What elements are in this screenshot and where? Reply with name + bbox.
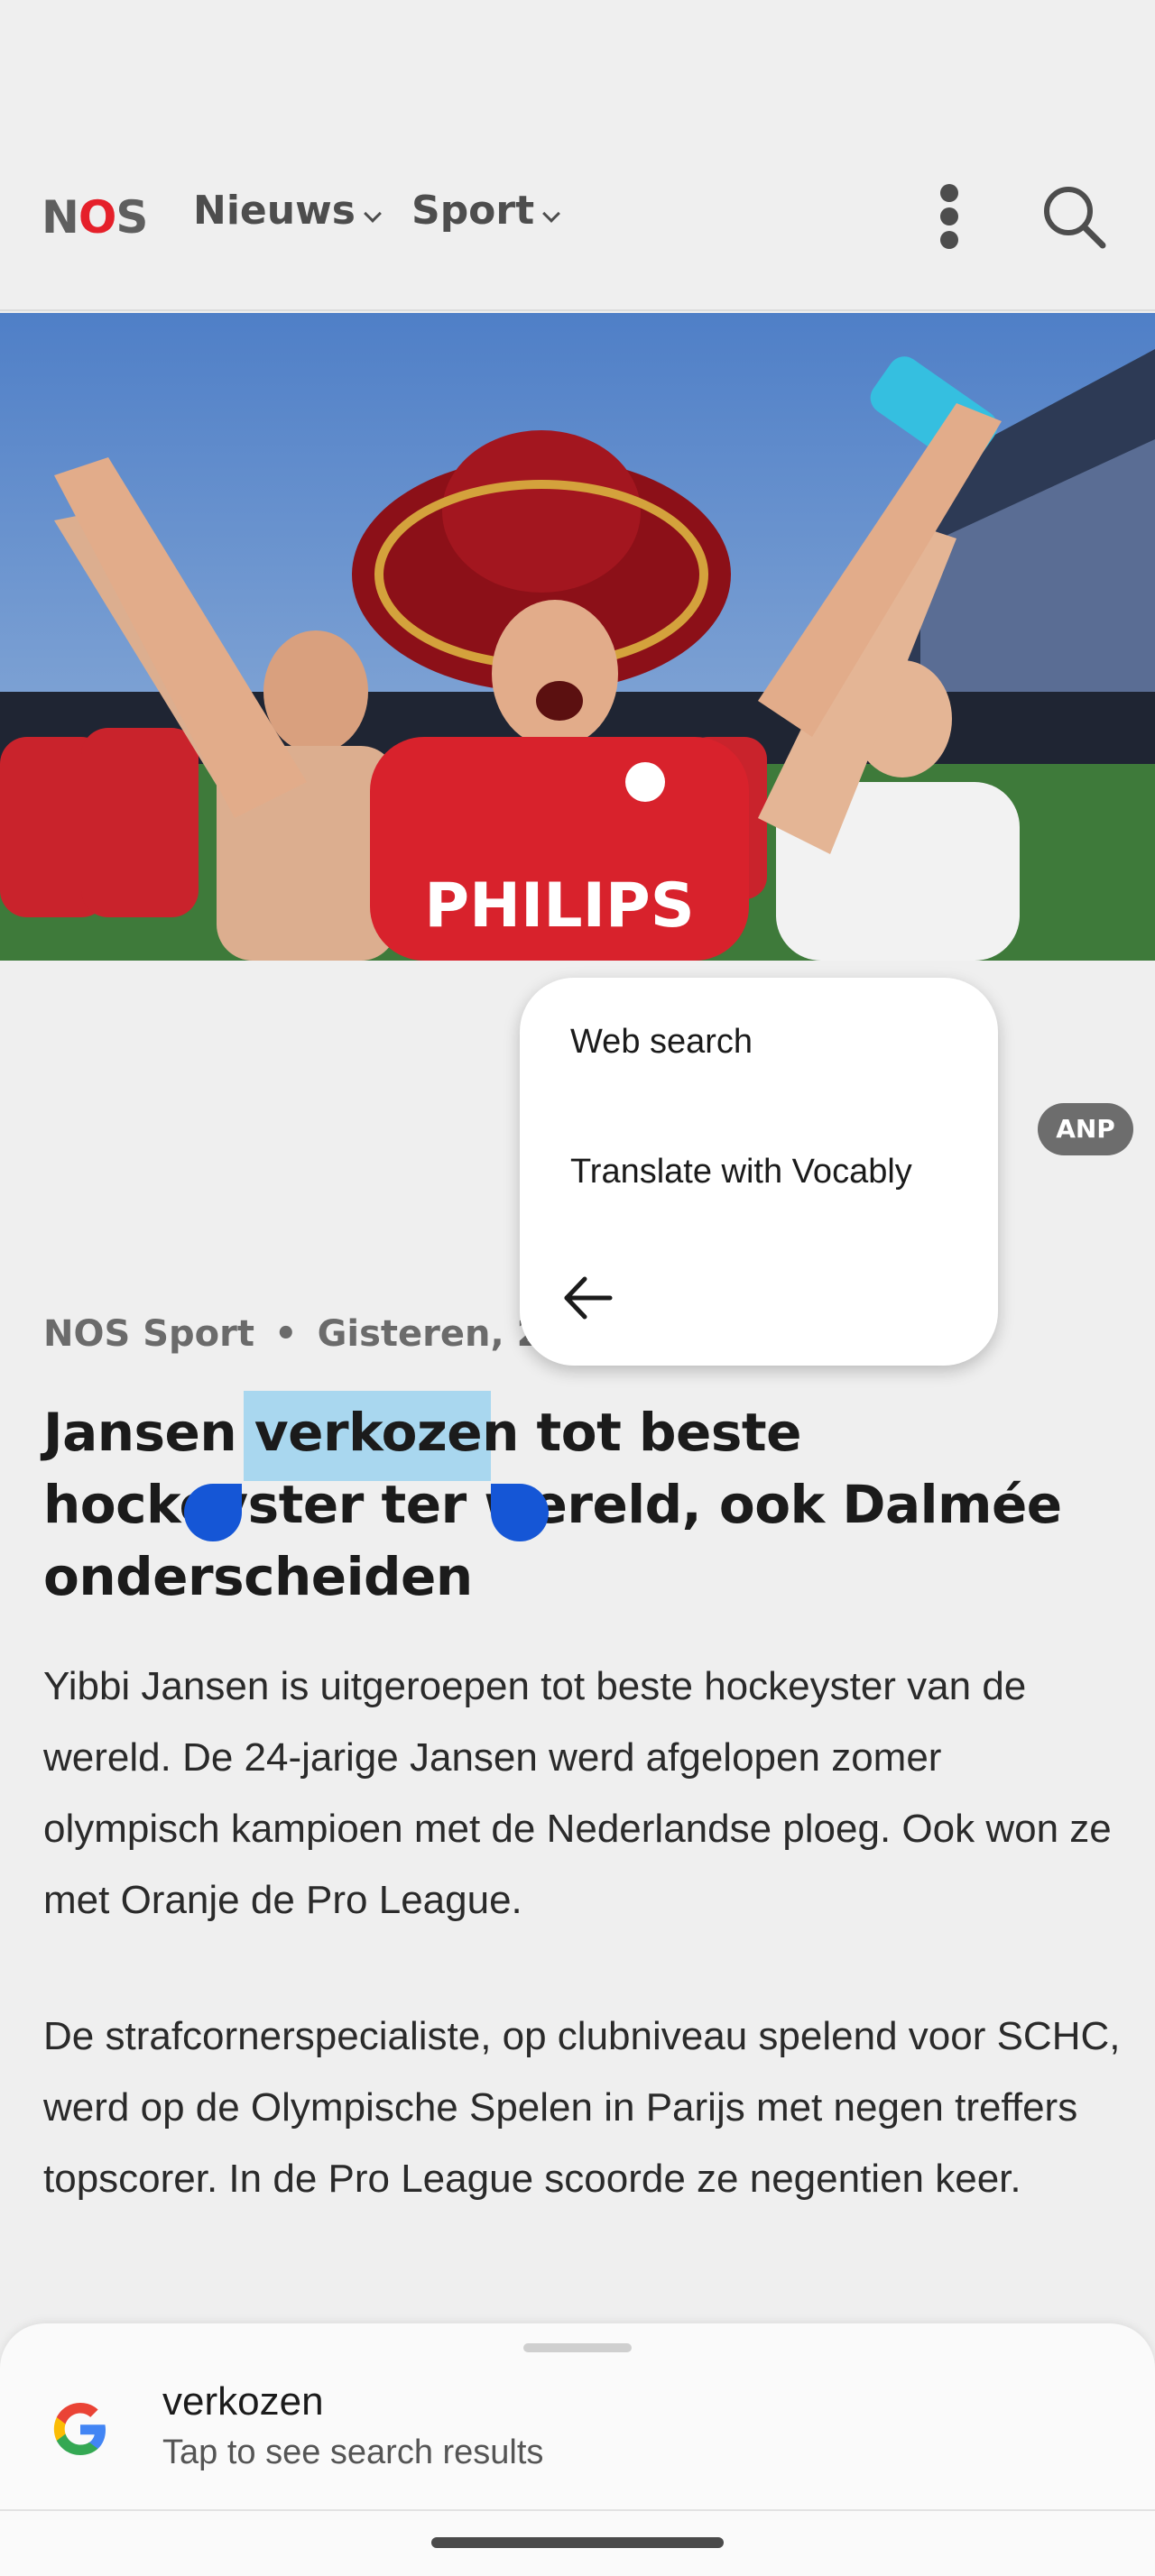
search-bottom-sheet[interactable]: verkozen Tap to see search results [0, 2323, 1155, 2576]
more-options-icon[interactable] [929, 182, 969, 251]
article-meta: NOS Sport • Gisteren, 20 [43, 1313, 567, 1355]
selection-handle-start[interactable] [184, 1484, 242, 1541]
article-paragraph: De strafcornerspecialiste, op clubniveau… [43, 2014, 1121, 2201]
nav-news[interactable]: Nieuws [193, 188, 382, 234]
menu-item-web-search[interactable]: Web search [570, 1023, 753, 1062]
divider [0, 2509, 1155, 2511]
nos-logo[interactable]: NOS [42, 191, 148, 244]
gesture-nav-bar[interactable] [431, 2537, 724, 2548]
photo-credit-badge: ANP [1038, 1103, 1133, 1155]
hero-shirt-text: PHILIPS [424, 870, 695, 942]
sheet-drag-handle[interactable] [523, 2343, 632, 2352]
search-icon[interactable] [1038, 180, 1110, 253]
back-arrow-icon[interactable] [556, 1266, 619, 1329]
nav-news-label: Nieuws [193, 188, 356, 234]
article-paragraph: Yibbi Jansen is uitgeroepen tot beste ho… [43, 1664, 1112, 1922]
search-term[interactable]: verkozen [162, 2379, 324, 2424]
nav-sport-label: Sport [411, 188, 535, 234]
search-hint: Tap to see search results [162, 2433, 544, 2471]
chevron-down-icon [542, 204, 561, 223]
article-source: NOS Sport [43, 1313, 254, 1355]
separator-dot: • [273, 1313, 298, 1355]
chevron-down-icon [364, 204, 382, 223]
text-selection-menu: Web search Translate with Vocably [520, 978, 998, 1366]
hero-photo[interactable]: PHILIPS [0, 313, 1155, 961]
selection-handle-end[interactable] [491, 1484, 549, 1541]
menu-item-translate[interactable]: Translate with Vocably [570, 1153, 912, 1191]
top-header: NOS Nieuws Sport [0, 0, 1155, 311]
selected-word[interactable]: verkozen [254, 1402, 520, 1463]
google-g-icon [49, 2397, 112, 2461]
nav-sport[interactable]: Sport [411, 188, 561, 234]
